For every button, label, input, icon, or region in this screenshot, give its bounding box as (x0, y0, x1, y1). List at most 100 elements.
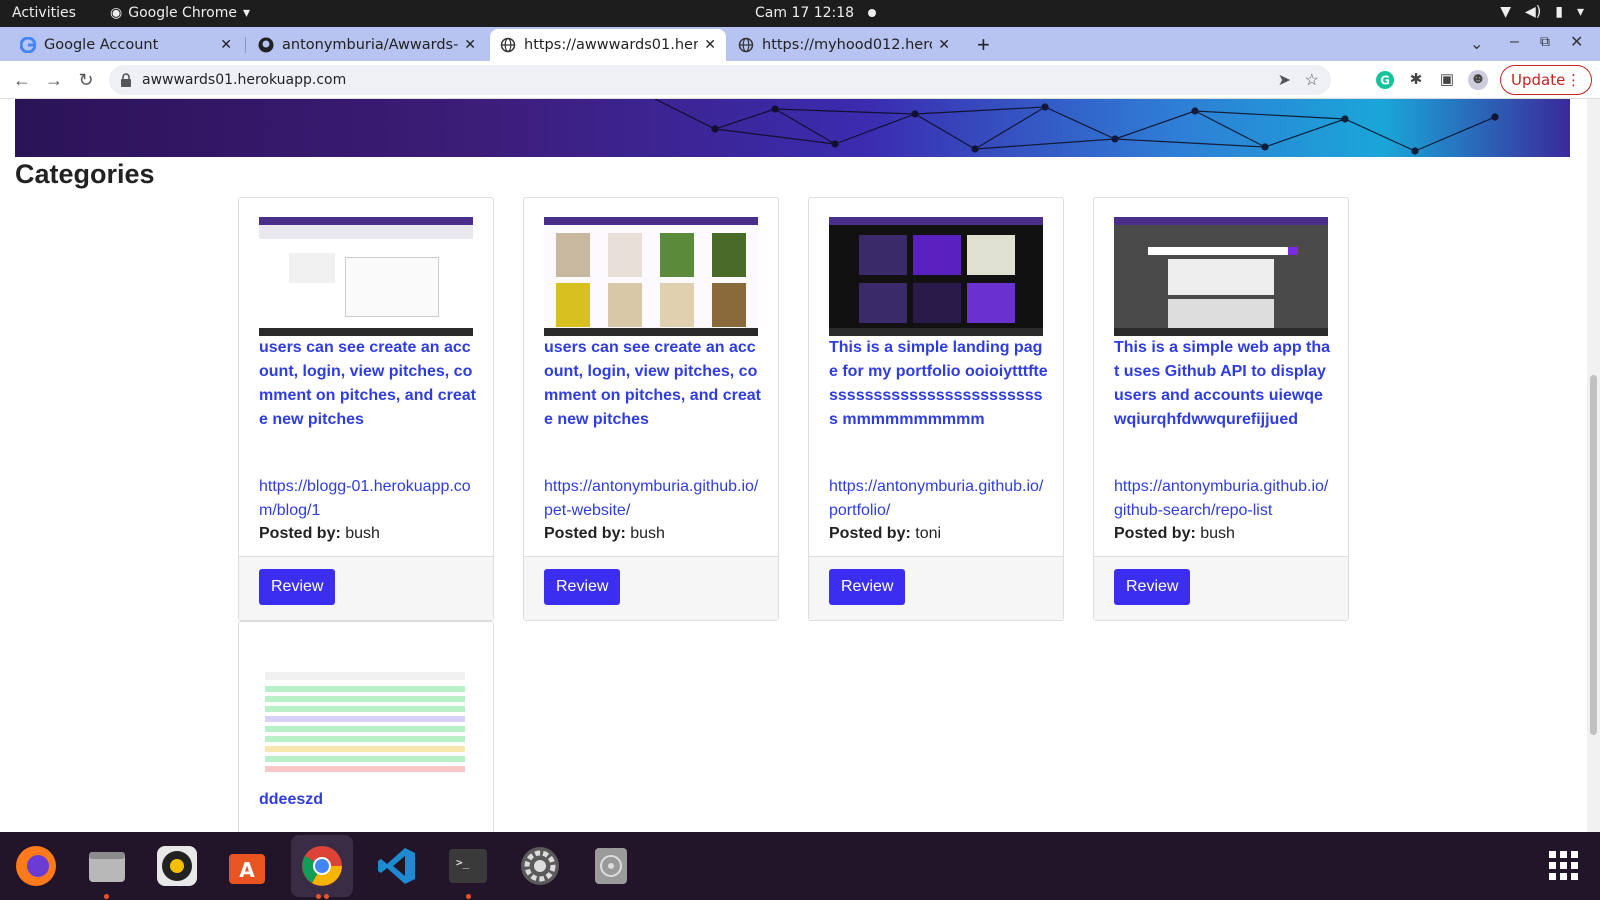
project-screenshot[interactable] (829, 217, 1043, 336)
tab-strip: Google Account ✕ antonymburia/Awwards-c … (0, 27, 1600, 61)
activities-button[interactable]: Activities (12, 5, 76, 21)
project-screenshot[interactable] (1114, 217, 1328, 336)
chrome-small-icon: ◉ (110, 5, 123, 21)
lock-icon (121, 73, 131, 87)
running-indicator (316, 894, 321, 899)
network-pattern (654, 99, 1499, 155)
close-tab-icon[interactable]: ✕ (938, 37, 950, 53)
review-button[interactable]: Review (259, 569, 336, 605)
tab-title: https://awwwards01.hero (524, 37, 699, 53)
posted-by-label: Posted by: (1114, 525, 1196, 542)
more-menu-icon: ⋮ (1566, 71, 1581, 89)
posted-by: Posted by: toni (829, 525, 941, 543)
new-tab-plus-icon[interactable]: + (977, 32, 990, 58)
restore-icon[interactable]: ⧉ (1540, 33, 1550, 50)
card-footer: Review (809, 556, 1063, 620)
card-footer: Review (1094, 556, 1348, 620)
globe-icon (500, 37, 516, 53)
card-footer: Review (524, 556, 778, 620)
close-tab-icon[interactable]: ✕ (704, 37, 716, 53)
tab-awwwards[interactable]: https://awwwards01.hero ✕ (490, 29, 726, 61)
scrollbar-thumb[interactable] (1590, 375, 1597, 735)
caret-down-icon: ▾ (242, 5, 250, 21)
minimize-icon[interactable]: – (1510, 33, 1519, 51)
system-top-bar: Activities ◉ Google Chrome ▾ Cam 17 12:1… (0, 0, 1600, 27)
disk-icon[interactable] (587, 842, 635, 890)
vscode-icon[interactable] (373, 842, 421, 890)
project-link[interactable]: https://antonymburia.github.io/portfolio… (829, 475, 1049, 523)
project-link[interactable]: https://antonymburia.github.io/pet-websi… (544, 475, 764, 523)
project-screenshot[interactable] (544, 217, 758, 336)
battery-icon: ▮ (1555, 4, 1563, 20)
app-grid-icon[interactable] (1540, 842, 1588, 890)
svg-text:G: G (1380, 74, 1390, 88)
profile-avatar[interactable]: ☻ (1468, 70, 1488, 90)
card-footer: Review (239, 556, 493, 620)
wifi-icon: ▼ (1500, 4, 1512, 20)
window-close-icon[interactable]: ✕ (1570, 32, 1583, 52)
rhythmbox-icon[interactable] (153, 842, 201, 890)
running-indicator (324, 894, 329, 899)
back-arrow-icon[interactable]: ← (10, 68, 34, 92)
software-center-icon[interactable]: A (223, 842, 271, 890)
app-menu-label: Google Chrome (128, 5, 237, 21)
tab-title: Google Account (44, 37, 159, 53)
update-label: Update (1511, 71, 1566, 89)
update-button[interactable]: Update ⋮ (1500, 65, 1592, 95)
project-link[interactable]: https://antonymburia.github.io/github-se… (1114, 475, 1334, 523)
ubuntu-dock: A >_ (0, 832, 1600, 900)
tab-github[interactable]: antonymburia/Awwards-c ✕ (248, 29, 486, 61)
tab-myhood[interactable]: https://myhood012.herol ✕ (728, 29, 960, 61)
project-card: ddeeszd (238, 621, 494, 832)
page-viewport: Categories users can see create an accou… (0, 99, 1600, 832)
review-button[interactable]: Review (829, 569, 906, 605)
terminal-icon[interactable]: >_ (444, 842, 492, 890)
chrome-icon[interactable] (291, 835, 353, 897)
settings-icon[interactable] (516, 842, 564, 890)
tab-search-chevron-icon[interactable]: ⌄ (1470, 34, 1483, 54)
system-tray[interactable]: ▼ ◀) ▮ ▾ (1500, 4, 1584, 20)
browser-toolbar: ← → ↻ awwwards01.herokuapp.com ➤ ☆ G ✱ ▣… (0, 61, 1600, 99)
grammarly-icon[interactable]: G (1375, 70, 1395, 90)
project-link[interactable]: https://blogg-01.herokuapp.com/blog/1 (259, 475, 479, 523)
side-panel-icon[interactable]: ▣ (1437, 70, 1457, 90)
review-button[interactable]: Review (1114, 569, 1191, 605)
posted-by-label: Posted by: (259, 525, 341, 542)
project-description[interactable]: users can see create an account, login, … (544, 336, 764, 432)
reload-icon[interactable]: ↻ (74, 68, 98, 92)
project-description[interactable]: ddeeszd (259, 788, 479, 812)
page-scrollbar[interactable] (1587, 99, 1600, 832)
globe-icon (738, 37, 754, 53)
firefox-icon[interactable] (12, 842, 60, 890)
posted-by: Posted by: bush (1114, 525, 1235, 543)
extensions-puzzle-icon[interactable]: ✱ (1406, 70, 1426, 90)
project-description[interactable]: This is a simple web app that uses Githu… (1114, 336, 1334, 432)
posted-by: Posted by: bush (544, 525, 665, 543)
bookmark-star-icon[interactable]: ☆ (1305, 70, 1319, 90)
svg-text:>_: >_ (456, 856, 470, 869)
app-menu[interactable]: ◉ Google Chrome ▾ (110, 5, 250, 21)
close-tab-icon[interactable]: ✕ (220, 37, 232, 53)
notification-dot (868, 9, 877, 17)
clock-text: Cam 17 12:18 (755, 5, 855, 21)
clock[interactable]: Cam 17 12:18 (755, 5, 877, 21)
github-icon (258, 37, 274, 53)
files-icon[interactable] (83, 842, 131, 890)
review-button[interactable]: Review (544, 569, 621, 605)
close-tab-icon[interactable]: ✕ (464, 37, 476, 53)
tab-google-account[interactable]: Google Account ✕ (10, 29, 242, 61)
author-name: bush (630, 525, 665, 542)
project-description[interactable]: This is a simple landing page for my por… (829, 336, 1049, 432)
posted-by: Posted by: bush (259, 525, 380, 543)
author-name: bush (1200, 525, 1235, 542)
send-to-device-icon[interactable]: ➤ (1278, 70, 1291, 90)
project-screenshot[interactable] (259, 217, 473, 336)
google-icon (20, 37, 36, 53)
project-description[interactable]: users can see create an account, login, … (259, 336, 479, 432)
forward-arrow-icon[interactable]: → (42, 68, 66, 92)
tab-title: antonymburia/Awwards-c (282, 37, 459, 53)
tab-divider (245, 37, 246, 53)
volume-icon: ◀) (1525, 4, 1542, 20)
address-bar[interactable]: awwwards01.herokuapp.com ➤ ☆ (109, 65, 1331, 95)
project-screenshot[interactable] (259, 642, 473, 782)
